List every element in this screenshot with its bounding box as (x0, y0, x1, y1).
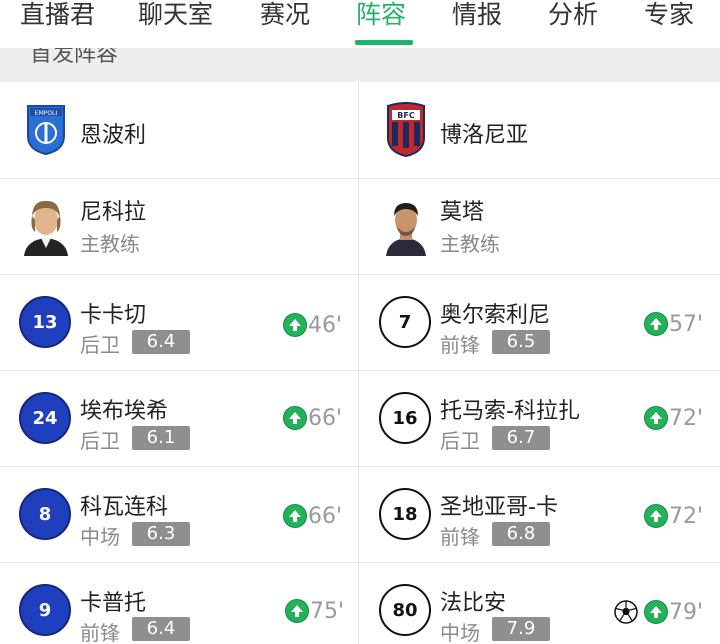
player-rating: 7.9 (492, 617, 550, 641)
player-name: 卡普托 (80, 591, 147, 616)
substitution-indicator: 72' (644, 404, 703, 432)
sub-on-arrow-icon (644, 406, 668, 430)
home-coach-name: 尼科拉 (80, 200, 147, 225)
jersey-number: 80 (379, 584, 431, 636)
away-coach-role: 主教练 (440, 232, 500, 256)
away-coach-cell[interactable]: 莫塔 主教练 (360, 178, 718, 274)
tab-match-status[interactable]: 赛况 (260, 0, 310, 30)
section-header: 首发阵容 (0, 48, 720, 82)
player-row[interactable]: 16 托马索-科拉扎 后卫 6.7 72' (360, 370, 718, 466)
player-position: 前锋 (440, 333, 480, 357)
jersey-number: 24 (19, 392, 71, 444)
jersey-number: 18 (379, 488, 431, 540)
player-row[interactable]: 9 卡普托 前锋 6.4 75' (0, 562, 358, 644)
jersey-number: 7 (379, 296, 431, 348)
substitution-indicator: 66' (283, 404, 342, 432)
substitution-indicator: 66' (283, 502, 342, 530)
player-name: 科瓦连科 (80, 495, 169, 520)
sub-on-arrow-icon (283, 313, 307, 337)
home-team-name: 恩波利 (80, 123, 147, 148)
substitution-indicator: 72' (644, 502, 703, 530)
bologna-crest-icon: BFC (387, 102, 425, 158)
away-team-name: 博洛尼亚 (440, 123, 529, 148)
player-name: 圣地亚哥-卡 (440, 495, 558, 520)
sub-minute: 75' (310, 598, 345, 624)
player-position: 中场 (440, 621, 480, 644)
tab-experts[interactable]: 专家 (644, 0, 694, 30)
player-position: 前锋 (80, 621, 120, 644)
goal-ball-icon (614, 600, 638, 624)
player-row[interactable]: 80 法比安 中场 7.9 79' (360, 562, 718, 644)
tab-lineup[interactable]: 阵容 (356, 0, 406, 30)
sub-minute: 79' (669, 599, 704, 625)
home-team-cell[interactable]: EMPOLI 恩波利 (0, 82, 358, 178)
substitution-indicator: 46' (283, 311, 342, 339)
player-position: 中场 (80, 525, 120, 549)
sub-on-arrow-icon (644, 504, 668, 528)
coach-avatar (378, 194, 434, 256)
sub-minute: 72' (669, 503, 704, 529)
active-tab-indicator (355, 40, 413, 45)
substitution-indicator: 57' (644, 310, 703, 338)
away-coach-name: 莫塔 (440, 200, 485, 225)
player-rating: 6.4 (132, 617, 190, 641)
player-row[interactable]: 8 科瓦连科 中场 6.3 66' (0, 466, 358, 562)
sub-minute: 66' (308, 503, 343, 529)
jersey-number: 16 (379, 392, 431, 444)
sub-minute: 57' (669, 311, 704, 337)
sub-on-arrow-icon (283, 504, 307, 528)
column-divider (358, 82, 359, 644)
tab-intel[interactable]: 情报 (452, 0, 502, 30)
sub-minute: 46' (308, 312, 343, 338)
player-rating: 6.5 (492, 330, 550, 354)
home-coach-role: 主教练 (80, 232, 140, 256)
sub-on-arrow-icon (285, 599, 309, 623)
sub-on-arrow-icon (644, 600, 668, 624)
svg-text:EMPOLI: EMPOLI (35, 110, 58, 117)
player-name: 法比安 (440, 591, 507, 616)
player-name: 卡卡切 (80, 303, 147, 328)
away-team-cell[interactable]: BFC 博洛尼亚 (360, 82, 718, 178)
player-rating: 6.3 (132, 522, 190, 546)
jersey-number: 13 (19, 296, 71, 348)
player-rating: 6.4 (132, 330, 190, 354)
name-truncation-fade (560, 491, 600, 513)
tab-chatroom[interactable]: 聊天室 (138, 0, 213, 30)
substitution-indicator: 75' (285, 597, 344, 625)
empoli-crest-icon: EMPOLI (27, 105, 65, 156)
player-name: 奥尔索利尼 (440, 303, 551, 328)
player-position: 前锋 (440, 525, 480, 549)
player-position: 后卫 (80, 429, 120, 453)
jersey-number: 8 (19, 488, 71, 540)
player-name: 托马索-科拉扎 (440, 399, 580, 424)
player-rating: 6.7 (492, 426, 550, 450)
tab-live[interactable]: 直播君 (20, 0, 95, 30)
sub-on-arrow-icon (283, 406, 307, 430)
player-rating: 6.1 (132, 426, 190, 450)
coach-avatar (18, 194, 74, 256)
player-row[interactable]: 13 卡卡切 后卫 6.4 46' (0, 274, 358, 370)
sub-on-arrow-icon (644, 312, 668, 336)
player-row[interactable]: 24 埃布埃希 后卫 6.1 66' (0, 370, 358, 466)
sub-minute: 66' (308, 405, 343, 431)
tab-analysis[interactable]: 分析 (548, 0, 598, 30)
tab-bar: 直播君 聊天室 赛况 阵容 情报 分析 专家 (0, 0, 720, 48)
section-title: 首发阵容 (30, 48, 119, 67)
jersey-number: 9 (19, 584, 71, 636)
substitution-indicator: 79' (644, 598, 703, 626)
player-position: 后卫 (80, 333, 120, 357)
player-row[interactable]: 18 圣地亚哥-卡 前锋 6.8 72' (360, 466, 718, 562)
player-name: 埃布埃希 (80, 399, 169, 424)
sub-minute: 72' (669, 405, 704, 431)
player-position: 后卫 (440, 429, 480, 453)
player-rating: 6.8 (492, 522, 550, 546)
home-coach-cell[interactable]: 尼科拉 主教练 (0, 178, 358, 274)
player-row[interactable]: 7 奥尔索利尼 前锋 6.5 57' (360, 274, 718, 370)
svg-text:BFC: BFC (397, 111, 415, 120)
